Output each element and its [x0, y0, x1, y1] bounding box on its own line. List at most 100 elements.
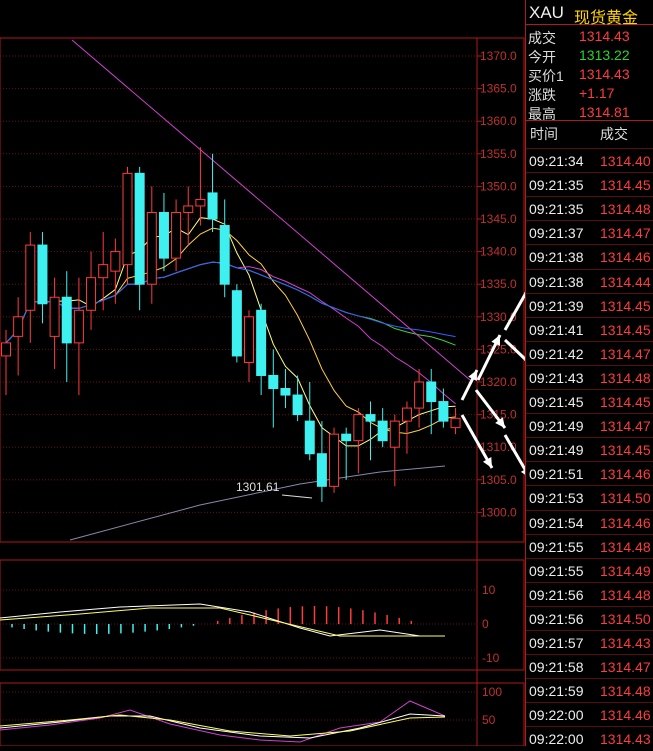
candle [414, 368, 425, 428]
candle [401, 401, 412, 454]
tick-time: 09:21:35 [529, 177, 584, 194]
low-marker-label: 1301.61 [236, 480, 280, 494]
tick-row[interactable]: 09:21:45 1314.45 [526, 389, 653, 414]
tick-price: 1314.48 [600, 369, 651, 386]
tick-row[interactable]: 09:21:53 1314.50 [526, 485, 653, 510]
candle [365, 401, 376, 461]
price-axis: 1370.0 1365.0 1360.0 1355.0 1350.0 1345.0 1340… [477, 49, 517, 519]
tick-row[interactable]: 09:21:37 1314.47 [526, 220, 653, 245]
ma-line [5, 227, 456, 435]
tick-time: 09:21:54 [529, 514, 584, 531]
candle [183, 186, 194, 246]
tick-time: 09:21:38 [529, 273, 584, 290]
tick-row[interactable]: 09:21:42 1314.47 [526, 340, 653, 366]
candle [231, 284, 242, 363]
tick-time: 09:21:35 [529, 201, 584, 218]
tick-time: 09:21:38 [529, 249, 584, 266]
tick-row[interactable]: 09:21:55 1314.48 [526, 533, 653, 559]
tick-price: 1314.44 [600, 273, 651, 290]
tick-price: 1314.47 [600, 659, 651, 676]
tick-time: 09:21:51 [529, 466, 584, 483]
tick-row[interactable]: 09:21:38 1314.46 [526, 244, 653, 269]
kline-chart[interactable]: 1370.0 1365.0 1360.0 1355.0 1350.0 1345.0 1340… [0, 0, 525, 746]
candle [329, 427, 340, 493]
ma-long-line [69, 465, 446, 541]
tick-time: 09:21:39 [529, 297, 584, 314]
tick-row[interactable]: 09:21:59 1314.48 [526, 678, 653, 703]
macd-panel: 10 0 -10 [0, 583, 500, 665]
tick-price: 1314.50 [600, 610, 651, 627]
tick-row[interactable]: 09:21:41 1314.45 [526, 316, 653, 342]
price-axis-label: 1355.0 [480, 147, 517, 161]
candle [13, 297, 24, 376]
ticks-header-time: 时间 [530, 126, 558, 142]
moving-average-lines [5, 217, 456, 541]
tick-price: 1314.43 [600, 635, 651, 651]
tick-row[interactable]: 09:21:54 1314.46 [526, 509, 653, 535]
tick-price: 1314.47 [600, 225, 651, 242]
quote-value: 1314.81 [579, 104, 630, 120]
candle [134, 166, 145, 311]
tick-row[interactable]: 09:21:58 1314.47 [526, 654, 653, 679]
tick-row[interactable]: 09:21:39 1314.45 [526, 292, 653, 318]
quote-value: +1.17 [579, 85, 615, 101]
tick-row[interactable]: 09:22:00 1314.46 [526, 702, 653, 727]
tick-price: 1314.49 [600, 562, 651, 579]
kdj-axis-label: 100 [482, 685, 502, 699]
candle [268, 349, 279, 428]
tick-row[interactable]: 09:22:00 1314.43 [526, 726, 653, 751]
tick-price: 1314.45 [600, 297, 651, 314]
price-axis-label: 1335.0 [480, 277, 517, 291]
quote-row: 最高 1314.81 [526, 102, 653, 122]
ma-line [5, 261, 456, 346]
tick-time: 09:21:57 [529, 635, 584, 651]
price-axis-label: 1345.0 [480, 212, 517, 226]
quote-value: 1314.43 [579, 28, 630, 44]
kdj-panel: 100 50 [0, 685, 502, 743]
candle [256, 303, 267, 396]
macd-axis-label: 10 [482, 583, 496, 597]
tick-row[interactable]: 09:21:55 1314.49 [526, 557, 653, 583]
quote-row: 今开 1313.22 [526, 45, 653, 65]
quote-row: 买价1 1314.43 [526, 64, 653, 84]
tick-price: 1314.48 [600, 586, 651, 603]
candle [49, 277, 60, 369]
candle [304, 382, 315, 461]
candle [377, 408, 388, 448]
tick-row[interactable]: 09:21:35 1314.45 [526, 172, 653, 197]
candle [341, 427, 352, 480]
candle [450, 408, 461, 435]
tick-row[interactable]: 09:21:51 1314.46 [526, 461, 653, 486]
candle [158, 192, 169, 272]
tick-time: 09:21:53 [529, 490, 584, 507]
price-axis-label: 1320.0 [480, 375, 517, 389]
ticks-header-price: 成交 [600, 126, 628, 142]
tick-row[interactable]: 09:21:49 1314.47 [526, 413, 653, 438]
tick-time: 09:21:56 [529, 610, 584, 627]
candle [389, 414, 400, 487]
symbol-code: XAU [529, 3, 564, 22]
candle [219, 199, 230, 298]
tick-price: 1314.40 [600, 153, 651, 169]
tick-row[interactable]: 09:21:57 1314.43 [526, 630, 653, 655]
tick-price: 1314.45 [600, 177, 651, 194]
tick-time: 09:22:00 [529, 707, 584, 724]
candle [280, 368, 291, 409]
candle [353, 408, 364, 474]
tick-row[interactable]: 09:21:56 1314.50 [526, 605, 653, 631]
candle [195, 147, 206, 226]
candle [438, 388, 449, 428]
ma-line [5, 261, 456, 405]
tick-row[interactable]: 09:21:56 1314.48 [526, 581, 653, 607]
tick-price: 1314.43 [600, 731, 651, 748]
tick-time: 09:21:34 [529, 153, 584, 169]
tick-row[interactable]: 09:21:35 1314.48 [526, 196, 653, 221]
quote-row: 涨跌 +1.17 [526, 83, 653, 103]
tick-row[interactable]: 09:21:49 1314.45 [526, 437, 653, 462]
tick-row[interactable]: 09:21:34 1314.40 [526, 148, 653, 173]
tick-time: 09:21:42 [529, 345, 584, 362]
tick-row[interactable]: 09:21:43 1314.48 [526, 364, 653, 390]
tick-row[interactable]: 09:21:38 1314.44 [526, 268, 653, 294]
symbol-name: 现货黄金 [574, 10, 639, 27]
quote-value: 1313.22 [579, 47, 630, 63]
